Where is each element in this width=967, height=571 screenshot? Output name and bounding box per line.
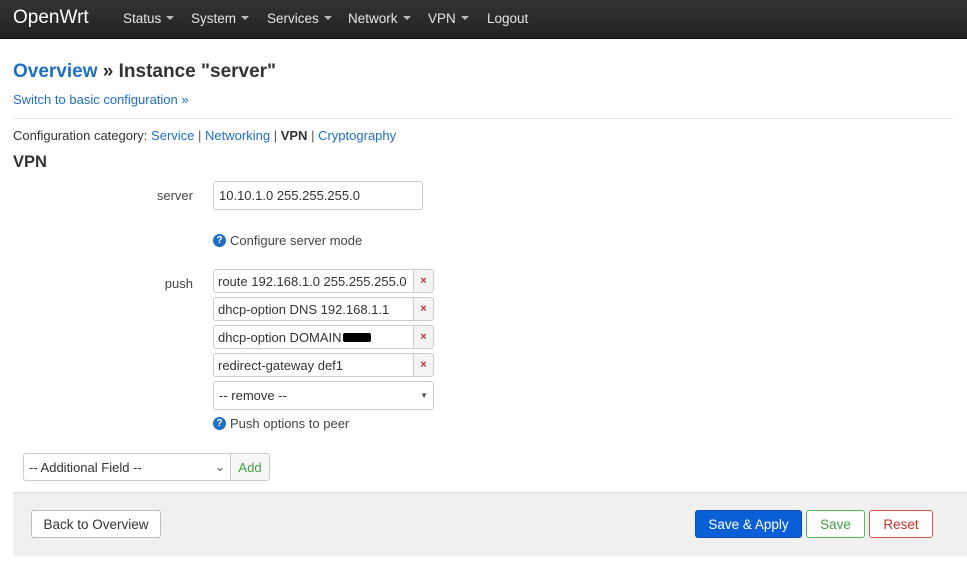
chevron-down-icon: ⌄ — [214, 460, 225, 474]
category-separator: | — [311, 128, 315, 143]
caret-down-icon — [402, 16, 411, 21]
caret-down-icon — [241, 16, 250, 21]
nav-vpn[interactable]: VPN — [428, 11, 469, 27]
category-cryptography[interactable]: Cryptography — [318, 128, 396, 143]
push-item: route 192.168.1.0 255.255.255.0 × — [213, 269, 434, 293]
nav-status-label: Status — [123, 11, 162, 26]
push-help-text: Push options to peer — [230, 416, 350, 431]
server-help-text: Configure server mode — [230, 233, 363, 248]
nav-logout-label: Logout — [487, 11, 529, 26]
push-value-input[interactable]: redirect-gateway def1 — [213, 353, 413, 377]
page-title: Overview » Instance "server" — [13, 61, 276, 83]
server-input[interactable]: 10.10.1.0 255.255.255.0 — [213, 181, 423, 210]
additional-field-select[interactable]: -- Additional Field -- ⌄ — [23, 453, 231, 481]
nav-status[interactable]: Status — [123, 11, 175, 27]
back-to-overview-button[interactable]: Back to Overview — [31, 510, 161, 538]
nav-services[interactable]: Services — [267, 11, 332, 27]
nav-network[interactable]: Network — [348, 11, 411, 27]
divider — [13, 118, 953, 119]
additional-field-select-label: -- Additional Field -- — [29, 459, 142, 475]
push-remove-select-label: -- remove -- — [219, 388, 287, 403]
push-value-input[interactable]: route 192.168.1.0 255.255.255.0 — [213, 269, 413, 293]
nav-system-label: System — [191, 11, 237, 26]
server-help: ? Configure server mode — [213, 233, 362, 248]
instance-title: Instance "server" — [118, 61, 277, 82]
category-vpn: VPN — [280, 128, 308, 143]
push-item: redirect-gateway def1 × — [213, 353, 434, 377]
brand-logo[interactable]: OpenWrt — [13, 6, 89, 30]
question-circle-icon: ? — [213, 417, 226, 430]
push-item: dhcp-option DOMAIN × — [213, 325, 434, 349]
add-field-button[interactable]: Add — [231, 453, 270, 481]
push-value-text: dhcp-option DOMAIN — [218, 329, 342, 345]
caret-down-icon — [323, 16, 332, 21]
nav-logout[interactable]: Logout — [487, 11, 528, 27]
nav-system[interactable]: System — [191, 11, 250, 27]
nav-vpn-label: VPN — [428, 11, 456, 26]
breadcrumb-separator: » — [97, 61, 119, 82]
section-title: VPN — [13, 153, 47, 171]
save-apply-button[interactable]: Save & Apply — [695, 510, 802, 538]
server-label: server — [156, 188, 193, 203]
redaction-mark — [342, 332, 371, 342]
save-button[interactable]: Save — [806, 510, 865, 538]
category-separator: | — [273, 128, 278, 143]
reset-button[interactable]: Reset — [869, 510, 933, 538]
push-value-input[interactable]: dhcp-option DOMAIN — [213, 325, 413, 349]
close-icon[interactable]: × — [413, 325, 434, 349]
caret-down-icon — [166, 16, 175, 21]
push-item: dhcp-option DNS 192.168.1.1 × — [213, 297, 434, 321]
breadcrumb-overview[interactable]: Overview — [13, 61, 98, 82]
category-prefix: Configuration category: — [13, 128, 148, 143]
nav-services-label: Services — [267, 11, 319, 26]
push-help: ? Push options to peer — [213, 416, 349, 431]
push-label: push — [164, 276, 193, 291]
category-service[interactable]: Service — [151, 128, 194, 143]
question-circle-icon: ? — [213, 234, 226, 247]
category-networking[interactable]: Networking — [205, 128, 270, 143]
close-icon[interactable]: × — [413, 269, 434, 293]
close-icon[interactable]: × — [413, 353, 434, 377]
category-separator: | — [198, 128, 202, 143]
caret-down-icon — [460, 16, 469, 21]
caret-down-icon: ▼ — [420, 391, 428, 400]
push-remove-select[interactable]: -- remove -- ▼ — [213, 381, 434, 410]
close-icon[interactable]: × — [413, 297, 434, 321]
nav-network-label: Network — [348, 11, 398, 26]
switch-basic-config-link[interactable]: Switch to basic configuration » — [13, 92, 189, 107]
top-navbar: OpenWrt Status System Services Network V… — [0, 0, 967, 39]
push-value-input[interactable]: dhcp-option DNS 192.168.1.1 — [213, 297, 413, 321]
category-nav: Configuration category: Service | Networ… — [13, 128, 396, 143]
